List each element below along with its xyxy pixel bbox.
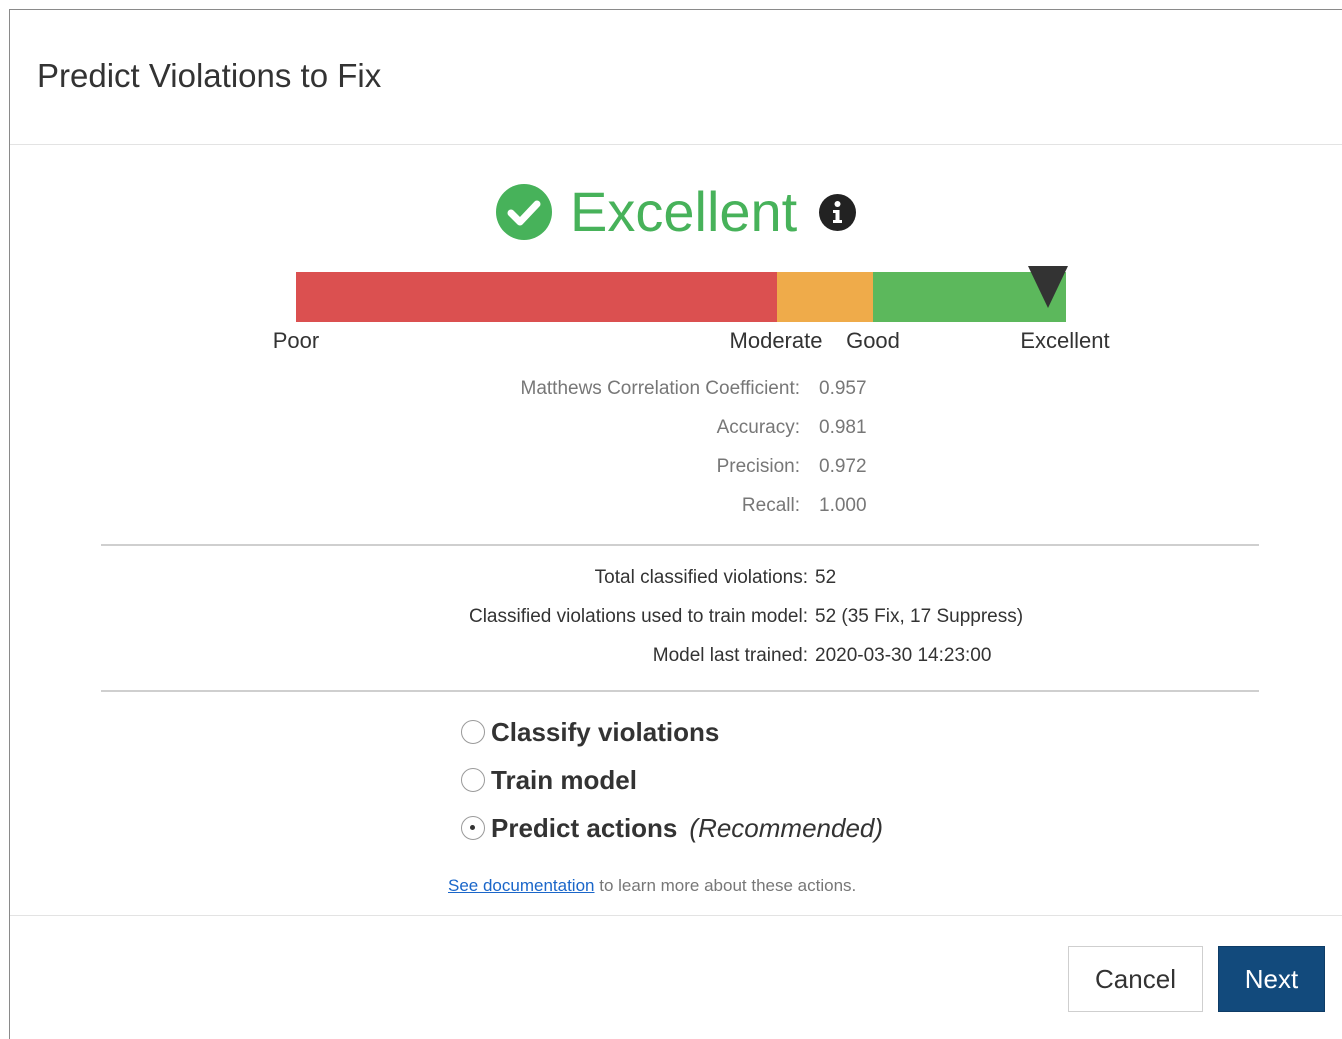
dialog-footer-divider	[10, 915, 1342, 916]
stat-value: 52 (35 Fix, 17 Suppress)	[815, 606, 1024, 627]
model-rating: Excellent	[496, 180, 857, 243]
quality-scale-bar	[296, 266, 1068, 322]
info-icon[interactable]	[819, 193, 857, 231]
recommended-note: (Recommended)	[689, 812, 884, 843]
stat-value: 52	[815, 567, 837, 588]
cancel-button[interactable]: Cancel	[1068, 946, 1203, 1012]
scale-segment-moderate	[777, 272, 873, 322]
predict-violations-dialog: Predict Violations to Fix Excellent Poor…	[9, 9, 1342, 1039]
section-divider	[101, 544, 1259, 546]
radio-button-selected[interactable]	[461, 816, 485, 840]
metric-value: 0.957	[819, 378, 867, 399]
documentation-hint-text: to learn more about these actions.	[594, 876, 857, 895]
metric-row: Matthews Correlation Coefficient: 0.957	[10, 378, 1342, 404]
radio-option-classify-violations[interactable]: Classify violations	[461, 715, 719, 749]
stat-label: Model last trained:	[652, 645, 808, 666]
section-divider	[101, 690, 1259, 692]
radio-label: Train model	[491, 764, 637, 795]
radio-button[interactable]	[461, 720, 485, 744]
next-button[interactable]: Next	[1218, 946, 1325, 1012]
radio-button[interactable]	[461, 768, 485, 792]
scale-label-poor: Poor	[272, 328, 320, 353]
stat-value: 2020-03-30 14:23:00	[815, 645, 992, 666]
check-circle-icon	[496, 184, 552, 240]
stat-row: Model last trained: 2020-03-30 14:23:00	[10, 645, 1342, 671]
stat-row: Total classified violations: 52	[10, 567, 1342, 593]
documentation-hint: See documentation to learn more about th…	[448, 876, 856, 896]
stat-label: Classified violations used to train mode…	[468, 606, 808, 627]
stat-label: Total classified violations:	[594, 567, 808, 588]
metric-row: Precision: 0.972	[10, 456, 1342, 482]
scale-marker-icon	[1028, 266, 1068, 308]
radio-label: Predict actions	[491, 812, 678, 843]
scale-label-excellent: Excellent	[1020, 328, 1110, 353]
metric-label: Matthews Correlation Coefficient:	[520, 378, 801, 399]
stat-row: Classified violations used to train mode…	[10, 606, 1342, 632]
dialog-header: Predict Violations to Fix	[10, 10, 1342, 145]
metric-value: 1.000	[819, 495, 867, 516]
metric-label: Recall:	[741, 495, 800, 516]
metric-value: 0.972	[819, 456, 867, 477]
radio-label: Classify violations	[491, 716, 720, 747]
scale-segment-poor	[296, 272, 777, 322]
metric-row: Accuracy: 0.981	[10, 417, 1342, 443]
metric-label: Accuracy:	[716, 417, 800, 438]
scale-label-moderate: Moderate	[729, 328, 823, 353]
metric-label: Precision:	[716, 456, 800, 477]
metric-row: Recall: 1.000	[10, 495, 1342, 521]
see-documentation-link[interactable]: See documentation	[448, 876, 595, 895]
scale-label-good: Good	[846, 328, 900, 353]
metric-value: 0.981	[819, 417, 867, 438]
radio-option-train-model[interactable]: Train model	[461, 763, 637, 797]
dialog-title: Predict Violations to Fix	[37, 57, 382, 94]
radio-option-predict-actions[interactable]: Predict actions (Recommended)	[461, 811, 883, 845]
rating-text: Excellent	[570, 180, 798, 243]
